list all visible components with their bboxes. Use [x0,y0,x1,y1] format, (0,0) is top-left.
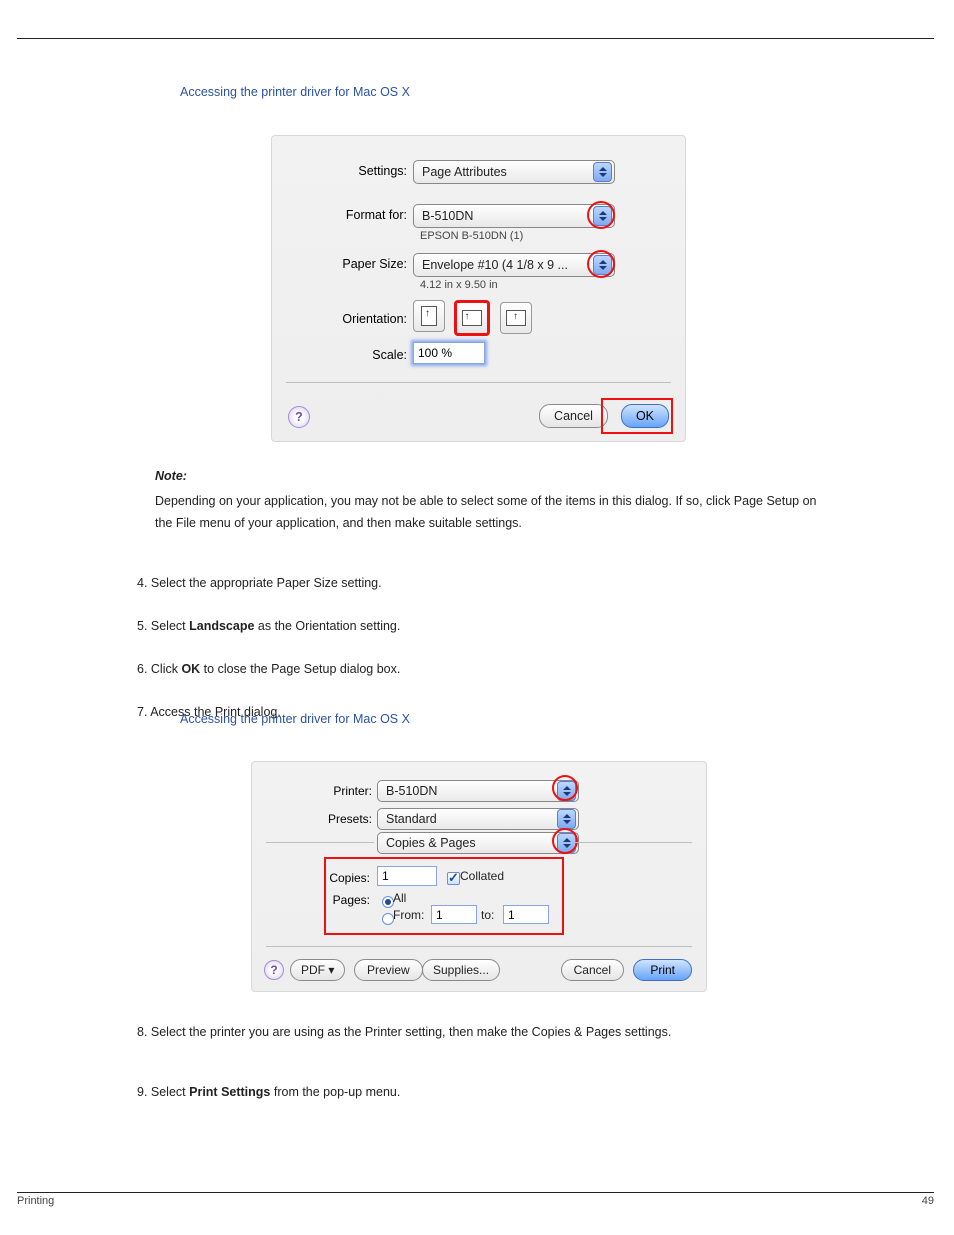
orientation-portrait[interactable]: ↑ [413,300,445,332]
panel-popup[interactable]: Copies & Pages [377,832,579,854]
format-for-label: Format for: [272,208,417,222]
step-4: 4. Select the appropriate Paper Size set… [137,576,382,590]
supplies-button[interactable]: Supplies... [422,959,500,981]
cancel-button[interactable]: Cancel [561,959,624,981]
cancel-button[interactable]: Cancel [539,404,608,428]
settings-popup[interactable]: Page Attributes [413,160,615,184]
paper-size-popup[interactable]: Envelope #10 (4 1/8 x 9 ... [413,253,615,277]
note-label: Note: [155,469,187,483]
step-9: 9. Select Print Settings from the pop-up… [137,1085,400,1099]
presets-value: Standard [386,812,437,826]
footer-left: Printing [17,1195,54,1207]
print-button[interactable]: Print [633,959,692,981]
format-for-popup[interactable]: B-510DN [413,204,615,228]
note-text: Depending on your application, you may n… [155,491,837,535]
pages-to-label: to: [481,908,494,922]
scale-label: Scale: [272,348,417,362]
format-for-value: B-510DN [422,209,473,223]
orientation-landscape-left[interactable]: ↑ [454,300,490,336]
printer-label: Printer: [252,784,382,798]
copies-input[interactable] [377,866,437,886]
ok-button[interactable]: OK [621,404,669,428]
collated-label: Collated [460,869,504,883]
step-8: 8. Select the printer you are using as t… [137,1022,837,1044]
presets-label: Presets: [252,812,382,826]
printer-popup[interactable]: B-510DN [377,780,579,802]
scale-input[interactable] [413,342,485,364]
landscape-word: Landscape [189,619,254,633]
footer-page-number: 49 [922,1195,934,1207]
pages-to-input[interactable] [503,905,549,924]
stepper-icon [593,206,612,226]
link-access-driver-2: Accessing the printer driver for Mac OS … [180,712,854,726]
printer-value: B-510DN [386,784,437,798]
step-5: 5. Select Landscape as the Orientation s… [137,619,400,633]
ok-word: OK [181,662,200,676]
collated-checkbox[interactable] [447,872,460,885]
stepper-icon [557,781,576,801]
settings-label: Settings: [272,164,417,178]
page-setup-dialog: Settings: Page Attributes Format for: B-… [271,135,686,442]
step-6: 6. Click OK to close the Page Setup dial… [137,662,400,676]
copies-label: Copies: [290,871,380,885]
pages-all-label: All [393,891,406,905]
stepper-icon [557,809,576,829]
print-settings-word: Print Settings [189,1085,270,1099]
stepper-icon [557,833,576,853]
stepper-icon [593,162,612,182]
help-icon[interactable]: ? [264,960,284,980]
paper-size-label: Paper Size: [272,257,417,271]
orientation-landscape-right[interactable]: ↑ [500,302,532,334]
stepper-icon [593,255,612,275]
format-for-sub: EPSON B-510DN (1) [420,230,523,242]
header-rule [17,38,934,39]
presets-popup[interactable]: Standard [377,808,579,830]
pages-from-label: From: [393,908,424,922]
preview-button[interactable]: Preview [354,959,423,981]
panel-value: Copies & Pages [386,836,476,850]
settings-value: Page Attributes [422,165,507,179]
paper-size-sub: 4.12 in x 9.50 in [420,279,498,291]
page-footer: Printing 49 [17,1186,934,1207]
orientation-label: Orientation: [272,312,417,326]
paper-size-value: Envelope #10 (4 1/8 x 9 ... [422,258,568,272]
pdf-button[interactable]: PDF ▾ [290,959,345,981]
print-dialog: Printer: B-510DN Presets: Standard Copie… [251,761,707,992]
pages-label: Pages: [290,893,380,907]
pages-from-input[interactable] [431,905,477,924]
link-access-driver-1: Accessing the printer driver for Mac OS … [180,85,854,99]
help-icon[interactable]: ? [288,406,310,428]
